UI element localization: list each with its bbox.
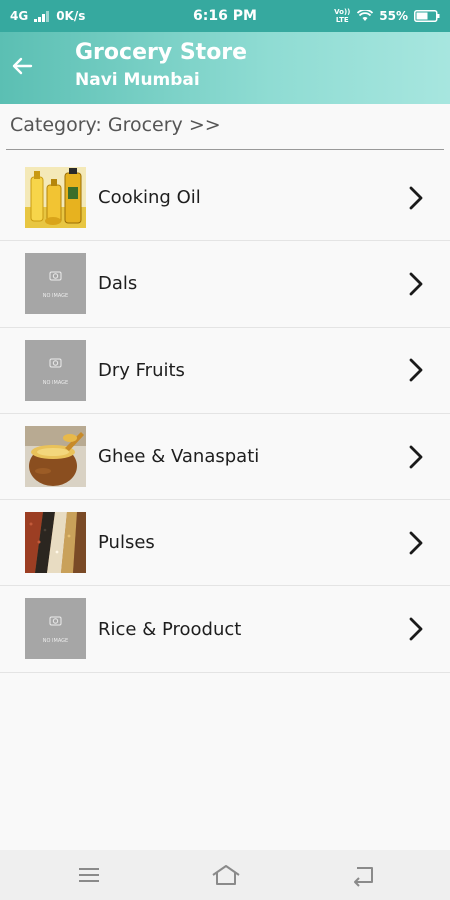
status-bar: 4G 0K/s 6:16 PM Vo)) LTE 55% (0, 0, 450, 32)
page-title: Grocery Store (75, 40, 248, 65)
list-item-ghee-vanaspati[interactable]: Ghee & Vanaspati (0, 414, 450, 501)
no-image-placeholder: NO IMAGE (25, 253, 86, 315)
back-icon[interactable] (350, 863, 376, 887)
cooking-oil-thumbnail (25, 167, 86, 228)
placeholder-text: NO IMAGE (43, 293, 68, 299)
arrow-left-icon (12, 57, 33, 75)
pulses-thumbnail (25, 512, 86, 574)
chevron-right-icon (409, 186, 423, 210)
no-image-placeholder: NO IMAGE (25, 598, 86, 660)
chevron-right-icon (409, 272, 423, 296)
status-left: 4G 0K/s (10, 9, 85, 23)
home-icon[interactable] (211, 863, 241, 887)
item-label: Pulses (98, 532, 155, 554)
signal-icon (34, 10, 50, 22)
volte-indicator: Vo)) LTE (334, 8, 351, 24)
app-bar: Grocery Store Navi Mumbai (0, 32, 450, 104)
chevron-right-icon (409, 617, 423, 641)
placeholder-text: NO IMAGE (43, 380, 68, 386)
status-right: Vo)) LTE 55% (333, 8, 440, 24)
back-button[interactable] (8, 52, 36, 80)
item-label: Dry Fruits (98, 359, 185, 381)
battery-percent: 55% (379, 9, 408, 23)
category-list: Cooking Oil NO IMAGE Dals NO IMAGE Dry F… (0, 155, 450, 673)
list-item-dry-fruits[interactable]: NO IMAGE Dry Fruits (0, 328, 450, 414)
battery-icon (414, 10, 440, 22)
item-label: Rice & Prooduct (98, 618, 242, 640)
menu-icon[interactable] (76, 863, 102, 887)
item-label: Ghee & Vanaspati (98, 446, 260, 468)
item-label: Dals (98, 273, 138, 295)
list-item-pulses[interactable]: Pulses (0, 500, 450, 587)
chevron-right-icon (409, 358, 423, 382)
chevron-right-icon (409, 531, 423, 555)
system-nav-bar (0, 850, 450, 900)
data-speed: 0K/s (56, 9, 86, 23)
title-block: Grocery Store Navi Mumbai (75, 39, 247, 93)
item-label: Cooking Oil (98, 187, 201, 209)
breadcrumb: Category: Grocery >> (10, 114, 221, 136)
list-item-dals[interactable]: NO IMAGE Dals (0, 241, 450, 328)
page-subtitle: Navi Mumbai (75, 70, 200, 90)
wifi-icon (357, 10, 374, 22)
ghee-pot-thumbnail (25, 425, 86, 487)
network-type: 4G (10, 9, 29, 23)
placeholder-text: NO IMAGE (43, 638, 68, 644)
list-item-rice-product[interactable]: NO IMAGE Rice & Prooduct (0, 586, 450, 673)
list-item-cooking-oil[interactable]: Cooking Oil (0, 155, 450, 242)
chevron-right-icon (409, 445, 423, 468)
no-image-placeholder: NO IMAGE (25, 339, 86, 401)
divider (6, 149, 444, 150)
